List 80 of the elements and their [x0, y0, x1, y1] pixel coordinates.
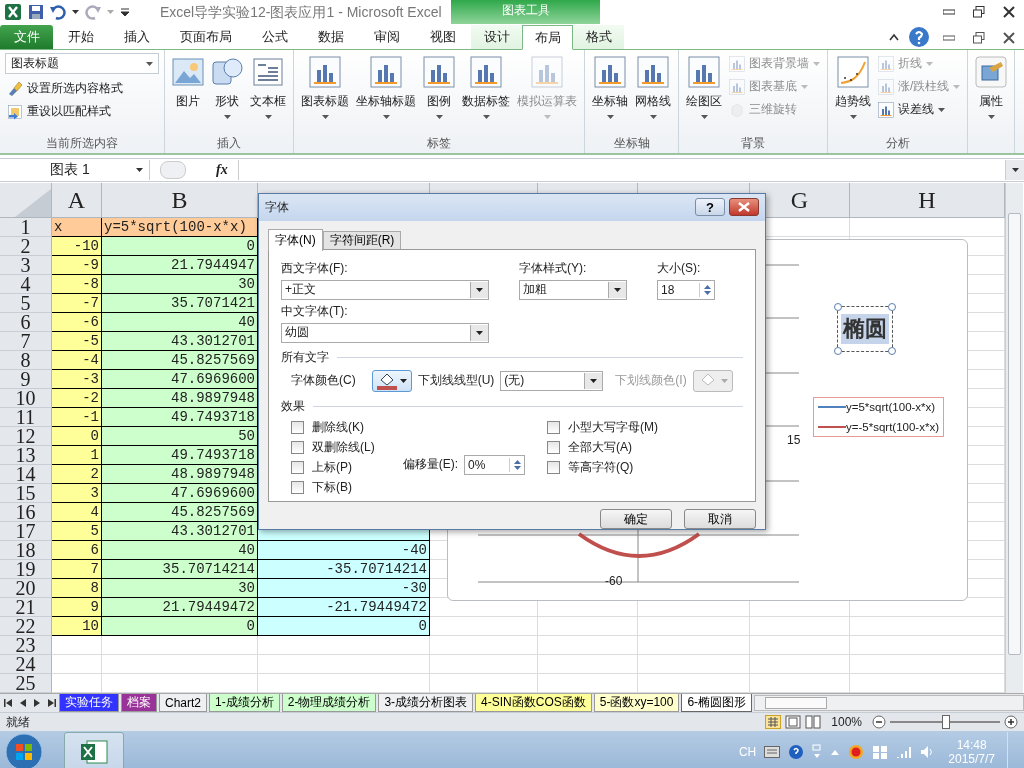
group-label: 坐标轴 [612, 135, 651, 152]
field-label: 中文字体(T): [281, 302, 349, 320]
table-cell: 40 [102, 541, 258, 560]
checkbox-label: 等高字符(Q) [568, 458, 634, 476]
group-label: 标签 [426, 135, 452, 152]
table-cell: 45.8257569 [102, 503, 258, 522]
table-cell: 21.7944947 [102, 256, 258, 275]
field-label: 下划线颜色(I) [615, 372, 687, 390]
legend-label: y=-5*sqrt(100-x*x) [846, 421, 939, 433]
table-cell: -1 [52, 408, 102, 427]
status-text: 就绪 [6, 713, 30, 731]
table-cell: -4 [52, 351, 102, 370]
table-cell: 45.8257569 [102, 351, 258, 370]
checkbox-label: 双删除线(L) [312, 438, 375, 456]
group-label: 插入 [216, 135, 242, 152]
table-cell: -40 [258, 541, 430, 560]
section-heading: 所有文字 [281, 348, 329, 366]
table-cell: -10 [52, 237, 102, 256]
table-cell: 7 [52, 560, 102, 579]
table-cell: -30 [258, 579, 430, 598]
group-label: 分析 [884, 135, 911, 152]
table-cell: 6 [52, 541, 102, 560]
table-cell: 0 [52, 427, 102, 446]
table-cell: 43.3012701 [102, 332, 258, 351]
table-cell: 5 [52, 522, 102, 541]
checkbox-label: 上标(P) [312, 458, 352, 476]
table-cell: 8 [52, 579, 102, 598]
table-cell: -8 [52, 275, 102, 294]
table-cell: 35.7071421 [102, 294, 258, 313]
table-cell: -2 [52, 389, 102, 408]
table-cell: 47.6969600 [102, 484, 258, 503]
table-cell: 43.3012701 [102, 522, 258, 541]
table-cell: 48.9897948 [102, 465, 258, 484]
dialog-title: 字体 [265, 198, 289, 216]
table-cell: 0 [258, 617, 430, 636]
window-title: Excel导学实验12-图表应用1 - Microsoft Excel [160, 4, 442, 22]
table-cell: -21.79449472 [258, 598, 430, 617]
table-cell: 48.9897948 [102, 389, 258, 408]
checkbox-label: 全部大写(A) [568, 438, 632, 456]
table-cell: 35.70714214 [102, 560, 258, 579]
table-cell: -3 [52, 370, 102, 389]
group-label: 背景 [740, 135, 766, 152]
field-label: 字体颜色(C) [291, 372, 356, 390]
table-cell: -5 [52, 332, 102, 351]
table-cell: 0 [102, 237, 258, 256]
field-label: 字体样式(Y): [519, 259, 588, 277]
field-label: 西文字体(F): [281, 259, 349, 277]
table-cell: -6 [52, 313, 102, 332]
section-heading: 效果 [281, 397, 305, 415]
group-label: 当前所选内容 [45, 135, 119, 152]
axis-label: 15 [787, 433, 801, 447]
table-cell: 1 [52, 446, 102, 465]
table-cell: 49.7493718 [102, 446, 258, 465]
table-cell: x [52, 218, 102, 237]
table-cell: 9 [52, 598, 102, 617]
context-tab-group-label: 图表工具 [451, 0, 600, 24]
field-label: 大小(S): [657, 259, 702, 277]
axis-label: -60 [605, 574, 623, 588]
checkbox-label: 删除线(K) [312, 418, 364, 436]
checkbox-label: 下标(B) [312, 478, 352, 496]
table-cell: 40 [102, 313, 258, 332]
table-cell: 49.7493718 [102, 408, 258, 427]
table-cell: -7 [52, 294, 102, 313]
table-cell: 30 [102, 275, 258, 294]
table-cell: 10 [52, 617, 102, 636]
table-cell: 47.6969600 [102, 370, 258, 389]
field-label: 偏移量(E): [402, 456, 458, 474]
table-cell: 50 [102, 427, 258, 446]
table-cell: y=5*sqrt(100-x*x) [102, 218, 258, 237]
field-label: 下划线线型(U) [417, 372, 495, 390]
table-cell: 21.79449472 [102, 598, 258, 617]
table-cell: 30 [102, 579, 258, 598]
table-cell: -9 [52, 256, 102, 275]
table-cell: 2 [52, 465, 102, 484]
table-cell: 3 [52, 484, 102, 503]
table-cell: 0 [102, 617, 258, 636]
table-cell: 4 [52, 503, 102, 522]
checkbox-label: 小型大写字母(M) [568, 418, 658, 436]
table-cell: -35.70714214 [258, 560, 430, 579]
legend-label: y=5*sqrt(100-x*x) [846, 401, 936, 413]
